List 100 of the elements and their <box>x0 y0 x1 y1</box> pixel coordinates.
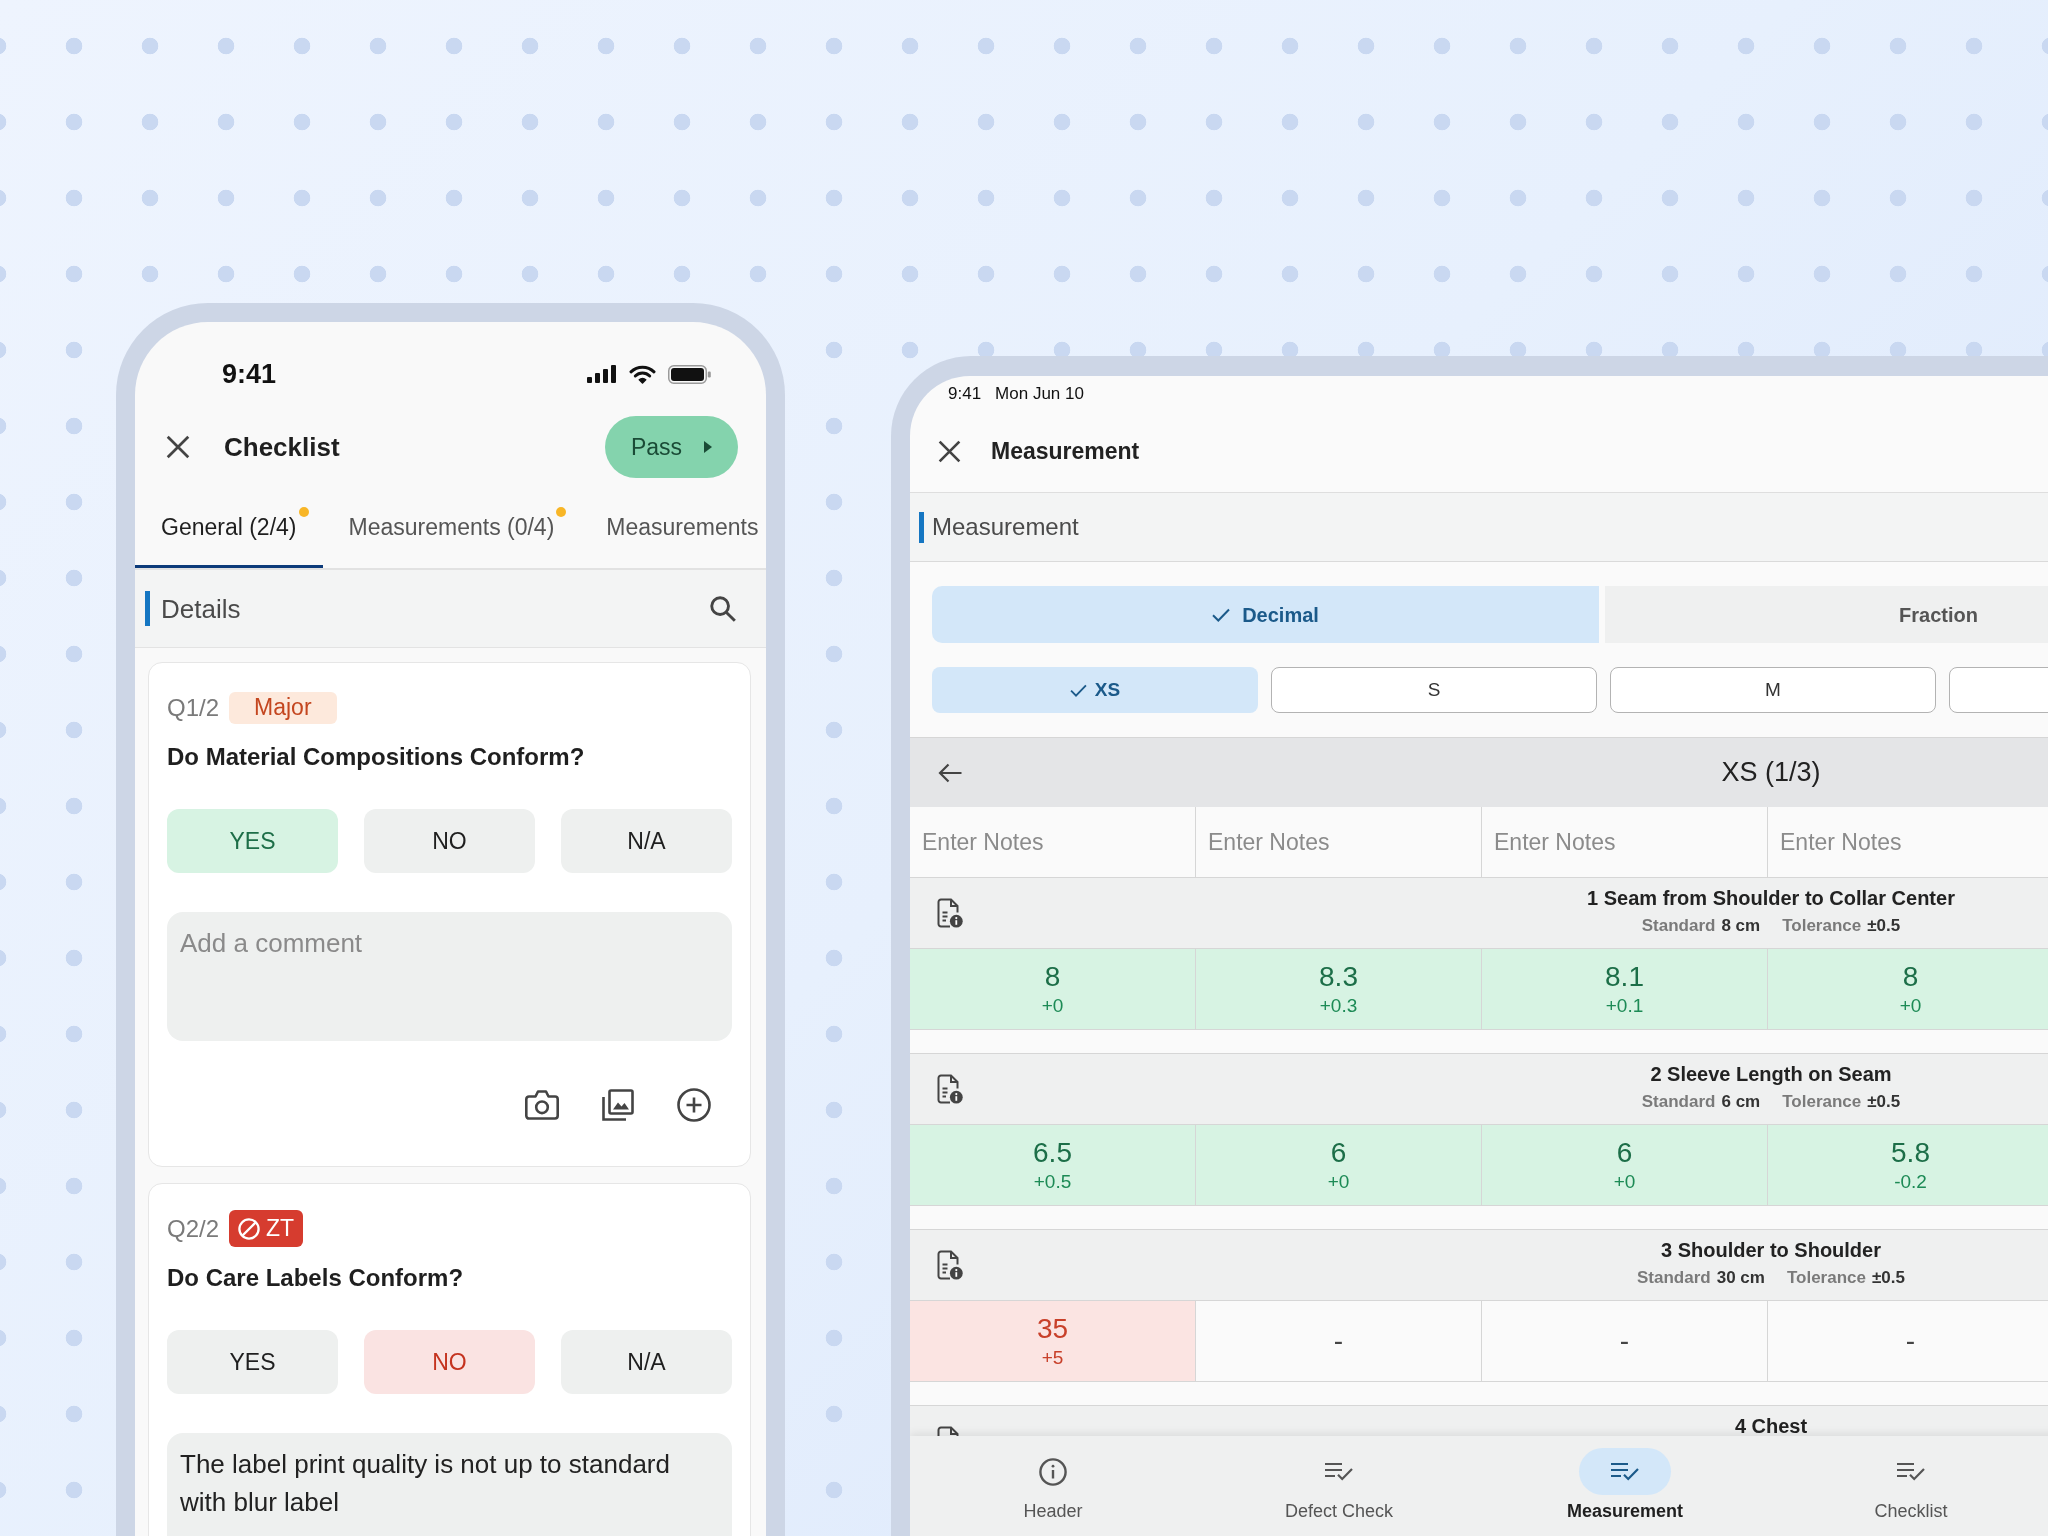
checklist-icon <box>1897 1462 1925 1481</box>
nav-tab[interactable]: Checklist <box>1768 1436 2048 1536</box>
reading-value: 5.8 <box>1891 1137 1930 1169</box>
badge-label: ZT <box>266 1217 295 1240</box>
reading-value: - <box>1619 1325 1630 1357</box>
check-icon <box>1069 683 1087 697</box>
reading-deviation: +0 <box>1899 995 1922 1017</box>
section-title: Measurement <box>932 515 1079 539</box>
answer-button[interactable]: NO <box>364 1330 535 1394</box>
search-icon[interactable] <box>710 595 736 622</box>
prohibited-icon <box>238 1217 261 1240</box>
wifi-icon <box>629 364 656 384</box>
battery-icon <box>668 364 711 384</box>
answer-button[interactable]: NO <box>364 809 535 873</box>
standard-label: Standard <box>1641 1092 1716 1112</box>
tolerance-value: ±0.5 <box>1867 1092 1901 1112</box>
status-time: 9:41 <box>222 360 277 388</box>
photo-gallery-icon[interactable] <box>602 1089 634 1121</box>
tolerance-value: ±0.5 <box>1872 1268 1905 1288</box>
standard-value: 6 cm <box>1721 1092 1761 1112</box>
unit-toggle[interactable]: Decimal <box>932 586 1599 643</box>
document-info-icon[interactable] <box>937 1074 963 1104</box>
reading-cell[interactable]: 6 +0 <box>1196 1125 1482 1205</box>
reading-deviation: -0.2 <box>1894 1171 1927 1193</box>
tolerance-label: Tolerance <box>1782 1092 1862 1112</box>
reading-deviation: +0 <box>1327 1171 1350 1193</box>
caret-right-icon <box>704 441 713 453</box>
reading-deviation: +5 <box>1041 1347 1064 1369</box>
standard-value: 30 cm <box>1716 1268 1765 1288</box>
reading-value: 8 <box>1044 961 1061 993</box>
close-icon[interactable] <box>166 435 190 459</box>
reading-value: 6.5 <box>1033 1137 1072 1169</box>
camera-icon[interactable] <box>525 1090 559 1120</box>
close-icon[interactable] <box>938 440 961 463</box>
reading-deviation: +0 <box>1041 995 1064 1017</box>
measurement-title: 2 Sleeve Length on Seam <box>1650 1064 1892 1084</box>
answer-button[interactable]: YES <box>167 1330 338 1394</box>
reading-cell[interactable]: 8 +0 <box>910 949 1196 1029</box>
size-chip[interactable]: XS <box>932 667 1258 713</box>
document-info-icon[interactable] <box>937 1250 963 1280</box>
cellular-signal-icon <box>587 365 617 383</box>
status-date: Mon Jun 10 <box>995 385 1084 402</box>
comment-field[interactable]: The label print quality is not up to standard with blur label <box>167 1433 732 1536</box>
size-chip[interactable]: M <box>1610 667 1936 713</box>
reading-value: 8.1 <box>1605 961 1644 993</box>
reading-cell[interactable]: 6 +0 <box>1482 1125 1768 1205</box>
reading-value: - <box>1333 1325 1344 1357</box>
reading-cell[interactable]: 8.1 +0.1 <box>1482 949 1768 1029</box>
nav-tab[interactable]: Header <box>910 1436 1196 1536</box>
question-text: Do Material Compositions Conform? <box>167 742 586 772</box>
measurement-title: 1 Seam from Shoulder to Collar Center <box>1587 888 1955 908</box>
accent-bar <box>919 511 924 543</box>
reading-deviation: +0.5 <box>1033 1171 1072 1193</box>
severity-badge: Major <box>229 691 337 724</box>
question-number: Q2/2 <box>167 1216 220 1241</box>
document-info-icon[interactable] <box>937 898 963 928</box>
check-icon <box>1212 607 1231 622</box>
nav-tab[interactable]: Defect Check <box>1196 1436 1482 1536</box>
tolerance-label: Tolerance <box>1782 916 1862 936</box>
checklist-icon <box>1611 1462 1639 1481</box>
back-arrow-icon[interactable] <box>938 762 962 783</box>
checklist-icon <box>1325 1462 1353 1481</box>
measurement-title: 4 Chest <box>1734 1416 1808 1436</box>
screen-title: Measurement <box>991 440 1140 463</box>
reading-cell[interactable]: 5.8 -0.2 <box>1768 1125 2048 1205</box>
question-text: Do Care Labels Conform? <box>167 1263 465 1293</box>
pass-button[interactable]: Pass <box>605 416 738 478</box>
reading-cell[interactable]: 35 +5 <box>910 1301 1196 1381</box>
reading-deviation: +0 <box>1613 1171 1636 1193</box>
question-number: Q1/2 <box>167 695 220 720</box>
section-title: Details <box>161 595 241 622</box>
reading-deviation: +0.3 <box>1319 995 1358 1017</box>
reading-value: 8.3 <box>1319 961 1358 993</box>
nav-tab[interactable]: Measurement <box>1482 1436 1768 1536</box>
tab[interactable]: Measurements <box>580 482 766 568</box>
info-icon <box>1039 1457 1067 1486</box>
plus-circle-icon[interactable] <box>677 1088 711 1122</box>
measurement-title: 3 Shoulder to Shoulder <box>1661 1240 1881 1260</box>
tolerance-label: Tolerance <box>1786 1268 1866 1288</box>
standard-label: Standard <box>1637 1268 1711 1288</box>
reading-cell[interactable]: 8.3 +0.3 <box>1196 949 1482 1029</box>
size-title: XS (1/3) <box>1721 759 1821 786</box>
reading-value: 6 <box>1330 1137 1347 1169</box>
size-chip[interactable]: S <box>1271 667 1597 713</box>
standard-label: Standard <box>1641 916 1716 936</box>
reading-value: 35 <box>1036 1313 1069 1345</box>
unit-toggle[interactable]: Fraction <box>1605 586 2048 643</box>
comment-field[interactable]: Add a comment <box>167 912 732 1041</box>
tolerance-value: ±0.5 <box>1867 916 1901 936</box>
standard-value: 8 cm <box>1721 916 1761 936</box>
reading-cell[interactable]: 6.5 +0.5 <box>910 1125 1196 1205</box>
status-time: 9:41 <box>948 385 982 402</box>
accent-bar <box>145 591 150 626</box>
answer-button[interactable]: N/A <box>561 1330 732 1394</box>
reading-value: - <box>1905 1325 1916 1357</box>
answer-button[interactable]: YES <box>167 809 338 873</box>
reading-cell[interactable]: 8 +0 <box>1768 949 2048 1029</box>
tab[interactable]: Measurements (0/4) <box>322 482 581 568</box>
answer-button[interactable]: N/A <box>561 809 732 873</box>
reading-value: 6 <box>1616 1137 1633 1169</box>
